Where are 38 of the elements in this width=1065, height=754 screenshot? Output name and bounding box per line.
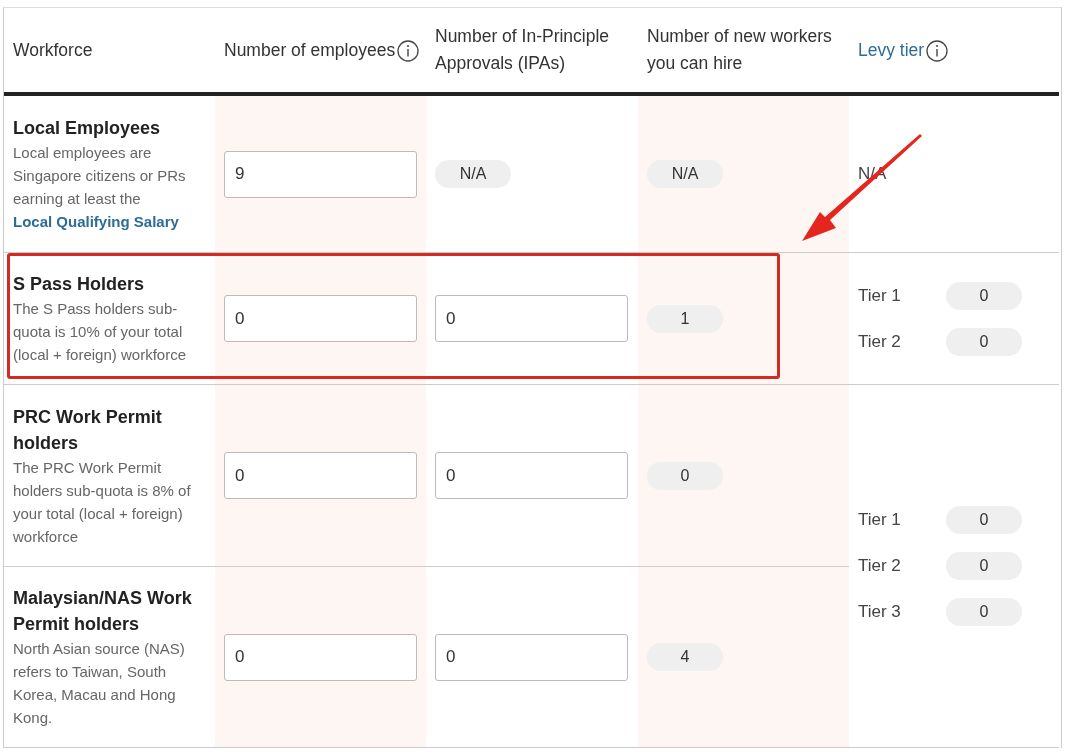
- row-description: The S Pass holders sub-quota is 10% of your total (local + foreign) workforce: [13, 299, 187, 365]
- tier-label: Tier 2: [858, 556, 902, 576]
- value-pill: 1: [647, 304, 723, 333]
- column-header: Workforce: [13, 38, 93, 62]
- value-pill: 0: [946, 327, 1022, 356]
- value-pill: N/A: [435, 160, 511, 188]
- column-header: Number of employees: [224, 36, 420, 64]
- number-field[interactable]: 0: [224, 633, 417, 681]
- row-title: Malaysian/NAS Work Permit holders: [13, 587, 193, 636]
- value-pill: 4: [647, 643, 723, 671]
- row-description: The PRC Work Permit holders sub-quota is 8% of your total (local + foreign) workforce: [13, 457, 192, 547]
- row-title: Local Employees: [13, 117, 161, 140]
- value-pill: 0: [946, 598, 1022, 626]
- number-field[interactable]: 0: [435, 452, 628, 499]
- value-pill: N/A: [647, 160, 723, 188]
- row-description: North Asian source (NAS) refers to Taiwan, South Korea, Macau and Hong Kong.: [13, 639, 186, 728]
- number-field[interactable]: 0: [224, 452, 417, 499]
- tier-label: Tier 3: [858, 602, 902, 622]
- salary-link[interactable]: Local Qualifying Salary: [13, 213, 179, 230]
- info-icon[interactable]: [926, 39, 949, 62]
- value-pill: 0: [946, 281, 1022, 310]
- info-icon[interactable]: [397, 39, 420, 62]
- row-description: Local employees are Singapore citizens or PRs earning at least the Local Qualifying Salary: [13, 143, 187, 232]
- number-field[interactable]: 0: [224, 295, 417, 342]
- column-header: Number of In-Principle Approvals (IPAs): [435, 25, 611, 75]
- row-title: S Pass Holders: [13, 273, 145, 296]
- header-link[interactable]: Levy tier: [858, 36, 949, 64]
- value-pill: 0: [647, 461, 723, 490]
- value-pill: 0: [946, 552, 1022, 580]
- number-field[interactable]: 0: [435, 295, 628, 342]
- number-field[interactable]: 0: [435, 633, 628, 681]
- number-field[interactable]: 9: [224, 150, 417, 198]
- tier-label: Tier 2: [858, 331, 902, 352]
- tier-label: Tier 1: [858, 285, 902, 306]
- row-title: PRC Work Permit holders: [13, 405, 163, 455]
- tier-label: Tier 1: [858, 510, 902, 530]
- column-header: Number of new workers you can hire: [647, 25, 833, 75]
- value-pill: 0: [946, 506, 1022, 534]
